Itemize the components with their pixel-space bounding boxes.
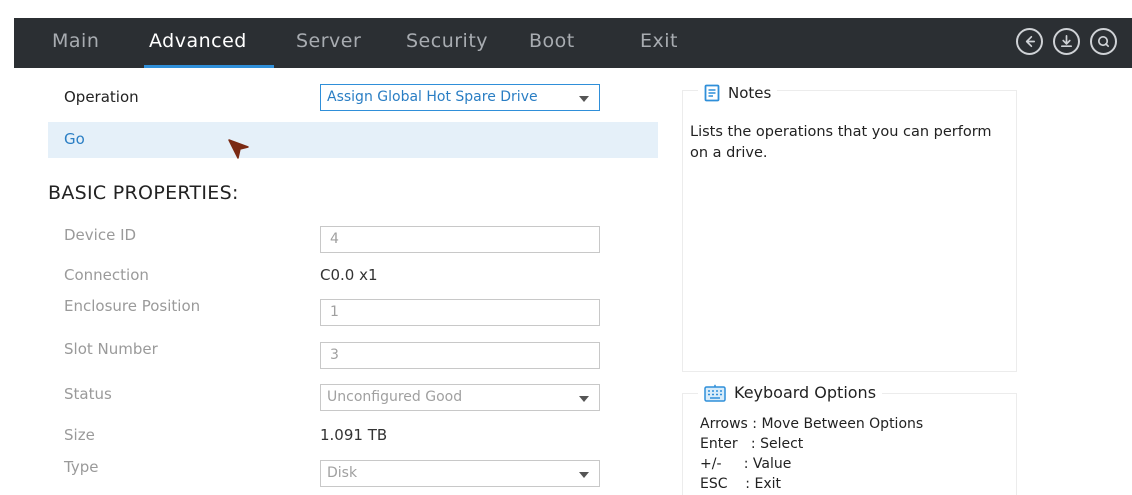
device-id-value: 4 — [330, 231, 339, 247]
keyboard-option-line: ESC : Exit — [700, 476, 781, 492]
download-icon[interactable] — [1053, 28, 1080, 55]
chevron-down-icon — [579, 472, 589, 478]
tab-main[interactable]: Main — [52, 18, 99, 68]
enclosure-position-field: 1 — [320, 299, 600, 326]
keyboard-options-header: Keyboard Options — [698, 383, 883, 402]
size-value: 1.091 TB — [320, 426, 388, 444]
back-icon[interactable] — [1016, 28, 1043, 55]
active-tab-indicator — [144, 65, 274, 68]
connection-label: Connection — [64, 266, 149, 284]
tab-server[interactable]: Server — [296, 18, 361, 68]
keyboard-option-line: Arrows : Move Between Options — [700, 416, 924, 432]
type-select[interactable]: Disk — [320, 460, 600, 487]
chevron-down-icon — [579, 96, 589, 102]
tab-bar: Main Advanced Server Security Boot Exit — [14, 18, 1132, 68]
type-label: Type — [64, 458, 99, 476]
tab-advanced[interactable]: Advanced — [149, 18, 247, 68]
chevron-down-icon — [579, 396, 589, 402]
tab-exit[interactable]: Exit — [640, 18, 678, 68]
operation-select-value: Assign Global Hot Spare Drive — [327, 89, 538, 105]
slot-number-field: 3 — [320, 342, 600, 369]
go-button[interactable]: Go — [48, 122, 658, 158]
size-label: Size — [64, 426, 95, 444]
mouse-cursor-icon — [228, 139, 249, 159]
notes-header: Notes — [698, 84, 778, 102]
tab-security[interactable]: Security — [406, 18, 488, 68]
operation-label: Operation — [64, 88, 139, 106]
status-label: Status — [64, 385, 112, 403]
notes-text: Lists the operations that you can perfor… — [690, 124, 992, 161]
slot-number-label: Slot Number — [64, 340, 158, 358]
keyboard-options-list: Arrows : Move Between Options Enter : Se… — [700, 414, 923, 494]
type-select-value: Disk — [327, 465, 358, 481]
search-icon[interactable] — [1090, 28, 1117, 55]
keyboard-option-line: Enter : Select — [700, 436, 804, 452]
keyboard-option-line: +/- : Value — [700, 456, 792, 472]
top-menu-bar: Main Advanced Server Security Boot Exit — [0, 0, 1132, 76]
section-title: BASIC PROPERTIES: — [48, 182, 239, 204]
enclosure-position-label: Enclosure Position — [64, 297, 201, 315]
notes-title: Notes — [728, 84, 772, 102]
tab-boot[interactable]: Boot — [529, 18, 575, 68]
go-label: Go — [64, 130, 85, 148]
top-icon-group — [1016, 28, 1117, 55]
slot-number-value: 3 — [330, 347, 339, 363]
device-id-field: 4 — [320, 226, 600, 253]
status-select-value: Unconfigured Good — [327, 389, 463, 405]
device-id-label: Device ID — [64, 226, 137, 244]
connection-value: C0.0 x1 — [320, 266, 378, 284]
enclosure-position-value: 1 — [330, 304, 339, 320]
notes-icon — [704, 84, 720, 102]
operation-select[interactable]: Assign Global Hot Spare Drive — [320, 84, 600, 111]
keyboard-icon — [704, 384, 726, 402]
keyboard-options-title: Keyboard Options — [734, 383, 877, 402]
status-select[interactable]: Unconfigured Good — [320, 384, 600, 411]
